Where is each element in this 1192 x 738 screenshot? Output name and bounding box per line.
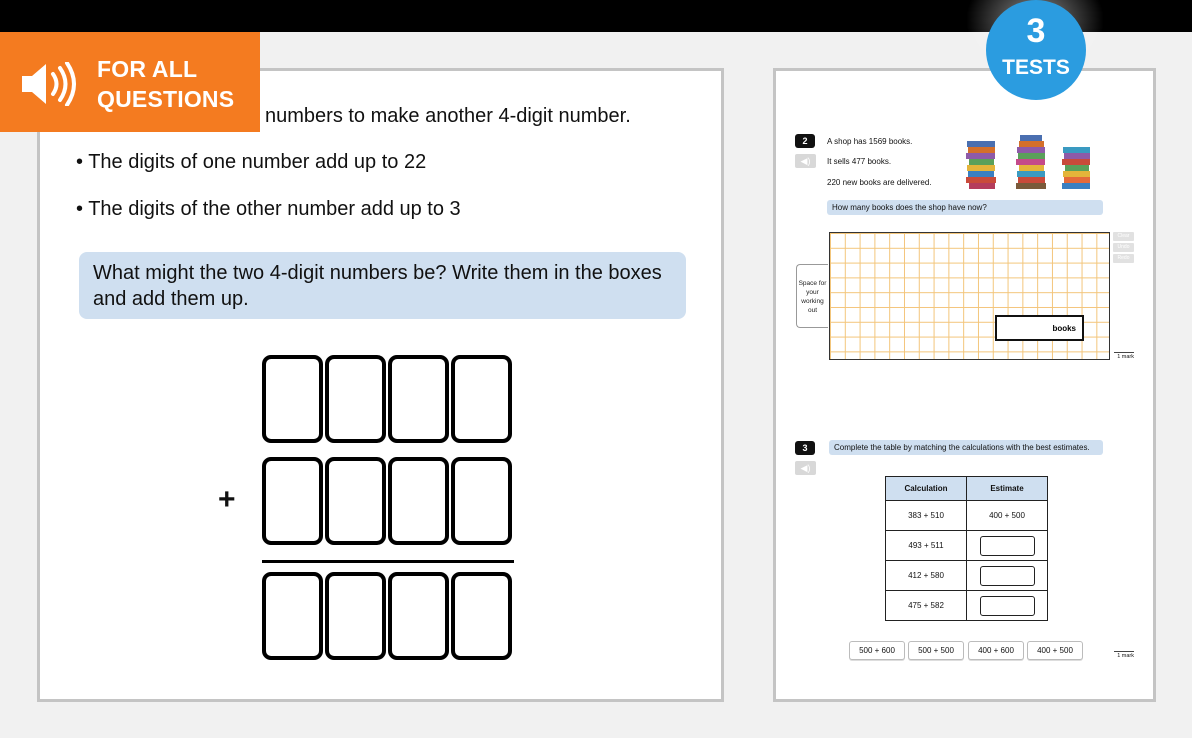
estimate-drop-target[interactable] (979, 565, 1035, 586)
estimate-drop-cell (966, 560, 1048, 591)
table-row: 493 + 511 (885, 530, 1048, 561)
table-row: 475 + 582 (885, 590, 1048, 621)
digit-input-box[interactable] (451, 457, 512, 545)
estimate-drop-target[interactable] (979, 595, 1035, 616)
estimate-drop-cell (966, 530, 1048, 561)
plus-sign: + (218, 483, 236, 516)
audio-label-line1: FOR ALL (97, 56, 198, 82)
working-space-tab: Space for your working out (796, 264, 828, 328)
speaker-icon: ◀) (800, 463, 811, 473)
digit-input-box[interactable] (451, 572, 512, 660)
table-row: 412 + 580 (885, 560, 1048, 591)
digit-input-box[interactable] (262, 457, 323, 545)
sum-row (262, 572, 512, 660)
estimate-choice-chip[interactable]: 400 + 500 (1027, 641, 1083, 660)
audio-label-line2: QUESTIONS (97, 86, 235, 112)
audio-banner-label: FOR ALL QUESTIONS (97, 54, 234, 114)
tests-badge: 3 TESTS (986, 0, 1086, 100)
digit-input-box[interactable] (388, 572, 449, 660)
second-number-row (262, 457, 512, 545)
digit-input-box[interactable] (262, 572, 323, 660)
estimate-table: Calculation Estimate 383 + 510 400 + 500… (885, 476, 1048, 621)
digit-input-box[interactable] (325, 355, 386, 443)
q2-mark: 1 mark (1114, 352, 1134, 360)
calculation-cell: 475 + 582 (885, 590, 967, 621)
sum-line (262, 560, 514, 563)
question-intro: numbers to make another 4-digit number. (265, 105, 631, 127)
speaker-icon (22, 62, 76, 106)
bullet-two: • The digits of the other number add up … (76, 198, 461, 220)
estimate-cell: 400 + 500 (966, 500, 1048, 531)
redo-button[interactable]: Redo (1113, 254, 1134, 263)
q3-audio-button[interactable]: ◀) (795, 461, 816, 475)
clear-button[interactable]: Clear (1113, 232, 1134, 241)
digit-input-box[interactable] (451, 355, 512, 443)
estimate-choice-chip[interactable]: 500 + 500 (908, 641, 964, 660)
estimate-choice-chip[interactable]: 500 + 600 (849, 641, 905, 660)
undo-button[interactable]: Undo (1113, 243, 1134, 252)
q2-audio-button[interactable]: ◀) (795, 154, 816, 168)
question-prompt: What might the two 4-digit numbers be? W… (79, 252, 686, 319)
books-answer-box[interactable]: books (995, 315, 1084, 341)
question-zoom-panel: numbers to make another 4-digit number. … (37, 68, 724, 702)
audio-for-all-questions-button[interactable]: FOR ALL QUESTIONS (0, 32, 260, 132)
tests-count: 3 (1026, 12, 1046, 50)
q2-line-1: A shop has 1569 books. (827, 137, 913, 146)
calculation-cell: 493 + 511 (885, 530, 967, 561)
calculation-header: Calculation (885, 476, 967, 501)
estimate-choice-chip[interactable]: 400 + 600 (968, 641, 1024, 660)
q2-line-3: 220 new books are delivered. (827, 178, 932, 187)
digit-input-box[interactable] (388, 355, 449, 443)
books-stack-image (966, 135, 1090, 189)
digit-input-box[interactable] (388, 457, 449, 545)
calculation-cell: 383 + 510 (885, 500, 967, 531)
table-row: 383 + 510 400 + 500 (885, 500, 1048, 531)
estimate-header: Estimate (966, 476, 1048, 501)
digit-input-box[interactable] (262, 355, 323, 443)
q3-mark: 1 mark (1114, 651, 1134, 659)
table-header-row: Calculation Estimate (885, 476, 1048, 501)
estimate-drop-cell (966, 590, 1048, 621)
tests-label: TESTS (1002, 56, 1070, 79)
estimate-drop-target[interactable] (979, 535, 1035, 556)
question-number-2: 2 (795, 134, 815, 148)
calculation-cell: 412 + 580 (885, 560, 967, 591)
q2-question: How many books does the shop have now? (827, 200, 1103, 215)
question-number-3: 3 (795, 441, 815, 455)
test-page-preview: 2 ◀) A shop has 1569 books. It sells 477… (773, 68, 1156, 702)
digit-input-box[interactable] (325, 572, 386, 660)
q3-question: Complete the table by matching the calcu… (829, 440, 1103, 455)
digit-input-box[interactable] (325, 457, 386, 545)
speaker-icon: ◀) (800, 156, 811, 166)
first-number-row (262, 355, 512, 443)
bullet-one: • The digits of one number add up to 22 (76, 151, 427, 173)
q2-line-2: It sells 477 books. (827, 157, 892, 166)
